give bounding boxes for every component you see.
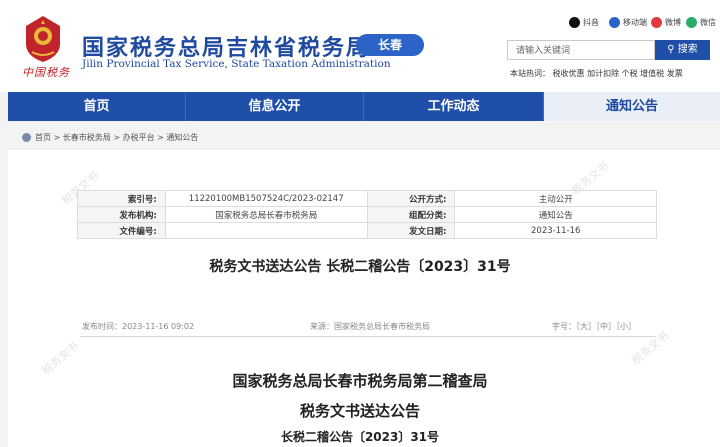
document-number-value: [164, 222, 368, 239]
mobile-label: 移动端: [623, 17, 647, 27]
article-source: 来源：国家税务总局长春市税务局: [310, 322, 430, 331]
category-value: 通知公告: [454, 206, 657, 223]
article-title: 税务文书送达公告 长税二稽公告〔2023〕31号: [209, 259, 511, 275]
weibo-icon: [651, 16, 662, 28]
category-label: 组配分类:: [366, 206, 456, 223]
douyin-link[interactable]: 抖音: [569, 15, 599, 29]
watermark: 税务文书: [629, 329, 672, 368]
home-icon: [22, 133, 31, 142]
nav-item-notices[interactable]: 通知公告: [544, 92, 720, 121]
disclosure-method-label: 公开方式:: [366, 190, 456, 207]
table-row: 发布机构: 国家税务总局长春市税务局 组配分类: 通知公告: [77, 206, 657, 223]
nav-item-home[interactable]: 首页: [8, 92, 186, 121]
weibo-label: 微博: [665, 17, 681, 27]
publish-time: 发布时间：2023-11-16 09:02: [82, 322, 195, 331]
document-issuer: 国家税务总局长春市税务局第二稽查局: [232, 372, 488, 390]
search-icon: ⚲: [667, 44, 675, 55]
document-heading: 税务文书送达公告: [299, 402, 420, 420]
index-number-value: 11220100MB1507524C/2023-02147: [164, 190, 368, 207]
mobile-icon: [609, 16, 620, 28]
douyin-label: 抖音: [583, 17, 599, 27]
nav-item-work-news[interactable]: 工作动态: [364, 92, 544, 121]
logo-text: 中国税务: [22, 66, 70, 79]
divider: [80, 336, 656, 337]
search-input[interactable]: 请输入关键词: [507, 40, 655, 60]
douyin-icon: [569, 16, 580, 28]
main-nav: 首页 信息公开 工作动态 通知公告: [8, 92, 720, 121]
table-row: 索引号: 11220100MB1507524C/2023-02147 公开方式:…: [77, 190, 657, 207]
wechat-icon: [686, 16, 697, 28]
publisher-label: 发布机构:: [77, 206, 166, 223]
wechat-link[interactable]: 微信: [686, 15, 716, 29]
mobile-link[interactable]: 移动端: [609, 15, 647, 29]
table-row: 文件编号: 发文日期: 2023-11-16: [77, 222, 657, 239]
breadcrumb: 首页 > 长春市税务局 > 办税平台 > 通知公告: [22, 132, 198, 143]
issue-date-value: 2023-11-16: [454, 222, 657, 239]
search-button[interactable]: ⚲ 搜索: [655, 40, 710, 60]
hot-words[interactable]: 本站热词： 税收优惠 加计扣除 个税 增值税 发票: [510, 68, 683, 79]
index-number-label: 索引号:: [77, 190, 166, 207]
disclosure-method-value: 主动公开: [454, 190, 657, 207]
issue-date-label: 发文日期:: [366, 222, 456, 239]
city-badge[interactable]: 长春: [356, 34, 424, 56]
nav-item-info-disclosure[interactable]: 信息公开: [186, 92, 364, 121]
breadcrumb-text[interactable]: 首页 > 长春市税务局 > 办税平台 > 通知公告: [35, 132, 198, 143]
document-number-label: 文件编号:: [77, 222, 166, 239]
site-subtitle: Jilin Provincial Tax Service, State Taxa…: [82, 58, 391, 70]
search-button-label: 搜索: [677, 44, 698, 55]
publisher-value: 国家税务总局长春市税务局: [164, 206, 368, 223]
meta-table: 索引号: 11220100MB1507524C/2023-02147 公开方式:…: [77, 190, 657, 239]
font-size-switcher[interactable]: 字号：［大］［中］［小］: [552, 321, 636, 332]
site-header: 中国税务 国家税务总局吉林省税务局 Jilin Provincial Tax S…: [0, 0, 720, 92]
wechat-label: 微信: [700, 17, 716, 27]
tax-emblem-icon: [26, 16, 60, 62]
weibo-link[interactable]: 微博: [651, 15, 681, 29]
document-number: 长税二稽公告〔2023〕31号: [280, 430, 440, 444]
